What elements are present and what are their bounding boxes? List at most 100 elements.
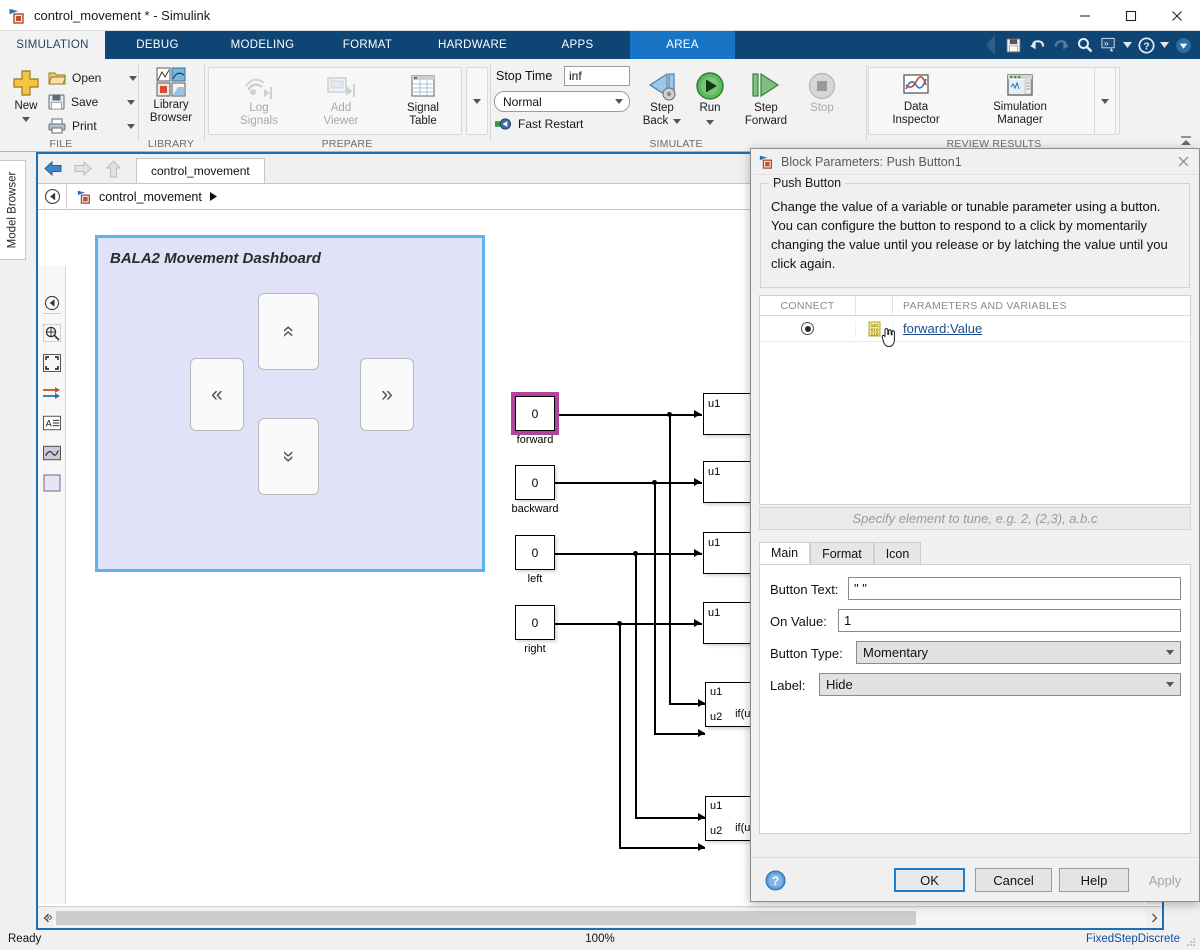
tab-format[interactable]: Format: [810, 542, 874, 564]
parameter-name-cell[interactable]: forward:Value: [893, 321, 1190, 336]
status-bar: Ready 100% FixedStepDiscrete: [0, 930, 1200, 950]
on-value-field[interactable]: 1: [838, 609, 1181, 632]
new-button[interactable]: New: [6, 67, 46, 122]
tab-icon[interactable]: Icon: [873, 542, 922, 564]
connect-radio-cell[interactable]: [760, 322, 855, 335]
button-text-field[interactable]: " ": [848, 577, 1181, 600]
label-select[interactable]: Hide: [819, 673, 1181, 696]
tab-apps[interactable]: APPS: [525, 31, 630, 59]
annotation-icon[interactable]: A: [41, 412, 63, 434]
open-button[interactable]: Open: [48, 70, 138, 86]
simulation-mode-select[interactable]: Normal: [494, 91, 630, 112]
print-caret-icon[interactable]: [126, 123, 135, 129]
stop-time-input[interactable]: inf: [564, 66, 630, 86]
wire-backward-branch: [654, 482, 656, 734]
document-tab-control-movement[interactable]: control_movement: [136, 158, 265, 183]
run-button[interactable]: Run: [690, 71, 730, 125]
new-caret-icon[interactable]: [22, 117, 30, 122]
block-backward[interactable]: 0: [515, 465, 555, 500]
dialog-close-button[interactable]: [1173, 151, 1193, 171]
fcn-block-1-port2: u2: [710, 711, 723, 723]
qat-search-icon[interactable]: [1074, 34, 1096, 56]
block-right[interactable]: 0: [515, 605, 555, 640]
open-caret-icon[interactable]: [129, 75, 138, 81]
library-browser-button[interactable]: Library Browser: [140, 67, 202, 125]
close-button[interactable]: [1154, 0, 1200, 31]
help-button[interactable]: Help: [1059, 868, 1129, 892]
qat-undo-icon[interactable]: [1026, 34, 1048, 56]
simulation-manager-button[interactable]: Simulation Manager: [970, 73, 1070, 127]
status-solver[interactable]: FixedStepDiscrete: [1086, 933, 1180, 945]
dashboard-area[interactable]: BALA2 Movement Dashboard « « » »: [95, 235, 485, 572]
step-back-button[interactable]: Step Back: [632, 71, 692, 128]
save-button[interactable]: Save: [48, 94, 136, 110]
block-right-label: right: [524, 643, 546, 655]
dashboard-left-button[interactable]: «: [190, 358, 244, 431]
step-back-caret-icon[interactable]: [673, 119, 682, 124]
fcn-block-2-port1: u1: [710, 800, 723, 812]
fit-to-view-icon[interactable]: [41, 352, 63, 374]
tab-hardware[interactable]: HARDWARE: [420, 31, 525, 59]
print-button[interactable]: Print: [48, 118, 135, 134]
tab-format[interactable]: FORMAT: [315, 31, 420, 59]
tab-area-label: AREA: [666, 39, 699, 51]
resize-grip[interactable]: [1185, 936, 1197, 948]
tab-area[interactable]: AREA: [630, 31, 735, 59]
dialog-body: Push Button Change the value of a variab…: [751, 175, 1199, 875]
tab-modeling[interactable]: MODELING: [210, 31, 315, 59]
hscroll-thumb[interactable]: [56, 910, 916, 925]
tab-debug[interactable]: DEBUG: [105, 31, 210, 59]
canvas-horizontal-scrollbar[interactable]: [38, 906, 1162, 928]
scroll-right-icon[interactable]: [1146, 908, 1162, 928]
block-forward-value: 0: [531, 406, 539, 421]
block-forward[interactable]: 0: [511, 392, 559, 435]
qat-customize-icon[interactable]: »: [1098, 34, 1120, 56]
table-row[interactable]: 101 010 110 forward:Value: [760, 316, 1190, 342]
button-type-select[interactable]: Momentary: [856, 641, 1181, 664]
maximize-button[interactable]: [1108, 0, 1154, 31]
qat-help-caret-icon[interactable]: [1159, 34, 1170, 56]
run-caret-icon[interactable]: [706, 120, 714, 125]
breadcrumb-back-icon[interactable]: [38, 188, 66, 205]
qat-help-icon[interactable]: ?: [1135, 34, 1157, 56]
dashboard-up-button[interactable]: «: [258, 293, 319, 370]
area-icon[interactable]: [41, 472, 63, 494]
breadcrumb[interactable]: control_movement: [67, 189, 218, 204]
zoom-in-icon[interactable]: [41, 322, 63, 344]
tab-main[interactable]: Main: [759, 542, 811, 564]
ok-button[interactable]: OK: [894, 868, 965, 892]
prepare-expander-button[interactable]: [466, 67, 488, 135]
signal-highlight-icon[interactable]: [41, 382, 63, 404]
parameter-link-forward-value[interactable]: forward:Value: [903, 321, 982, 336]
qat-save-icon[interactable]: [1002, 34, 1024, 56]
stop-button-label: Stop: [810, 102, 834, 114]
element-hint-field[interactable]: Specify element to tune, e.g. 2, (2,3), …: [759, 507, 1191, 530]
ribbon-collapse-button[interactable]: [1178, 133, 1194, 149]
signal-table-button[interactable]: Signal Table: [388, 73, 458, 128]
qat-customize-caret-icon[interactable]: [1122, 34, 1133, 56]
dashboard-right-button[interactable]: »: [360, 358, 414, 431]
block-left[interactable]: 0: [515, 535, 555, 570]
add-viewer-line2: Viewer: [323, 115, 359, 127]
navigate-back-icon[interactable]: [41, 292, 63, 314]
dialog-help-icon[interactable]: ?: [765, 870, 786, 891]
minimize-button[interactable]: [1062, 0, 1108, 31]
svg-text:?: ?: [1143, 41, 1149, 52]
cancel-button[interactable]: Cancel: [975, 868, 1052, 892]
model-browser-tab[interactable]: Model Browser: [0, 160, 26, 260]
connect-radio[interactable]: [801, 322, 814, 335]
step-forward-line2: Forward: [744, 115, 788, 127]
review-results-expander-button[interactable]: [1094, 67, 1116, 135]
tab-simulation[interactable]: SIMULATION: [0, 31, 105, 59]
scope-preview-icon[interactable]: [41, 442, 63, 464]
save-caret-icon[interactable]: [127, 99, 136, 105]
dashboard-down-button[interactable]: »: [258, 418, 319, 495]
wire-arrow: [698, 729, 705, 737]
fast-restart-button[interactable]: Fast Restart: [495, 117, 583, 131]
data-inspector-button[interactable]: Data Inspector: [876, 73, 956, 127]
ribbon-options-icon[interactable]: [1172, 34, 1194, 56]
nav-back-button[interactable]: [38, 154, 68, 184]
hscroll-track[interactable]: [54, 908, 1146, 927]
step-forward-button[interactable]: Step Forward: [732, 71, 800, 128]
more-tools-bottom-icon[interactable]: »: [38, 905, 60, 927]
